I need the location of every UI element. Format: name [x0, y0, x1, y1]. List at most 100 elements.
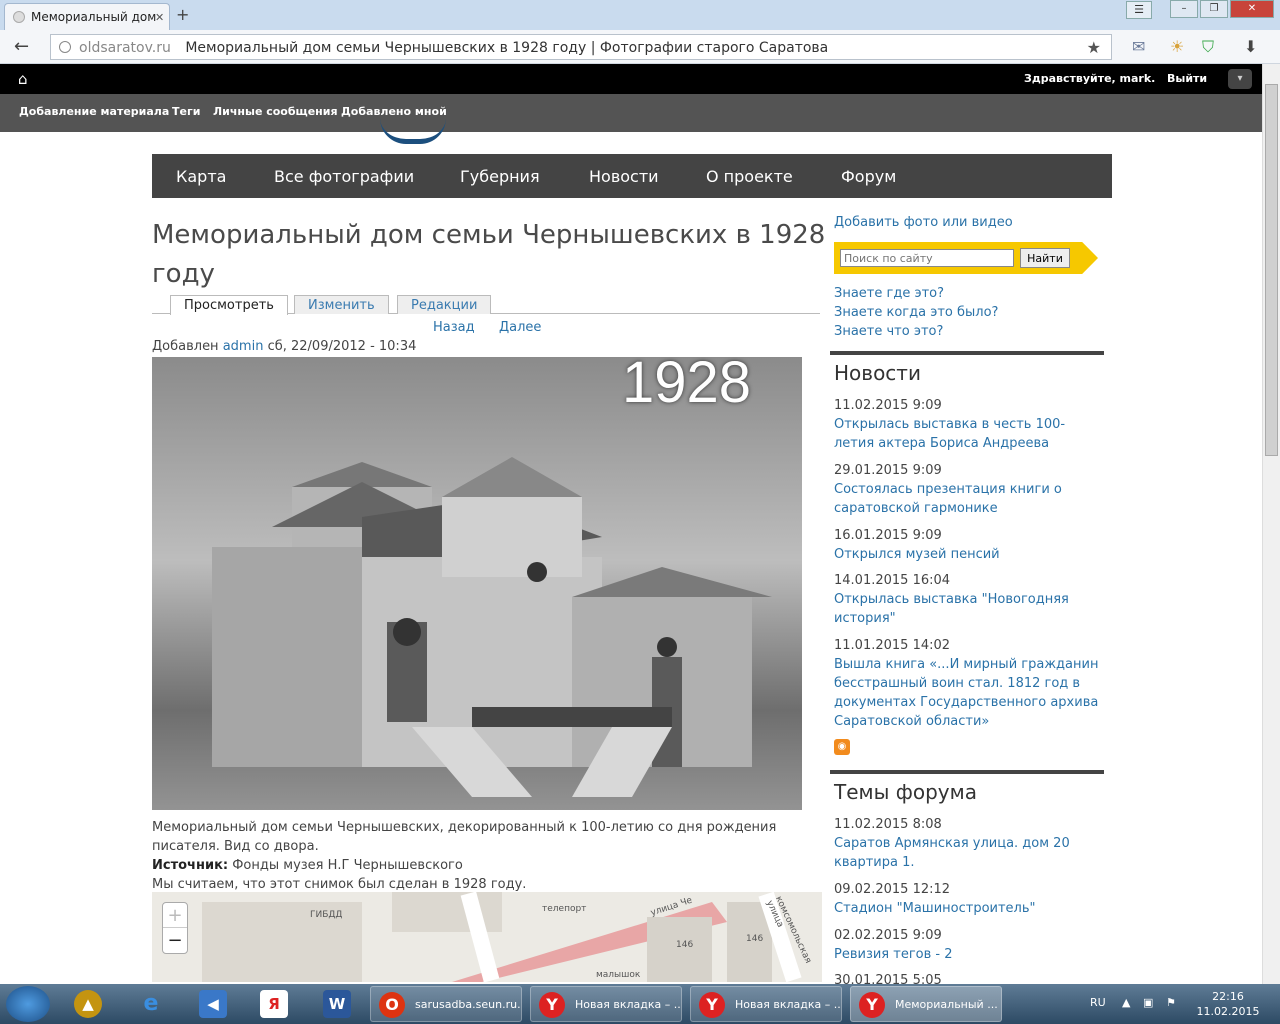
news-date: 11.02.2015 9:09: [834, 398, 942, 413]
tab-revisions[interactable]: Редакции: [397, 295, 492, 314]
submitted-date: сб, 22/09/2012 - 10:34: [267, 339, 417, 354]
url-input[interactable]: oldsaratov.ru Мемориальный дом семьи Чер…: [50, 34, 1112, 60]
rss-feed-icon[interactable]: ◉: [834, 739, 850, 755]
forum-topic-link[interactable]: Саратов Армянская улица. дом 20 квартира…: [834, 834, 1104, 872]
caption-text: Мемориальный дом семьи Чернышевских, дек…: [152, 820, 777, 854]
map-label-gibdd: ГИБДД: [310, 910, 343, 920]
house-illustration: [212, 457, 772, 797]
zoom-in-button[interactable]: +: [163, 903, 187, 928]
task-label: Новая вкладка – ...: [575, 998, 682, 1011]
close-window-icon[interactable]: ✕: [1230, 0, 1274, 18]
browser-titlebar: Мемориальный дом ✕ + ☰ – ❐ ✕: [0, 0, 1280, 30]
news-link[interactable]: Открылась выставка "Новогодняя история": [834, 590, 1104, 628]
news-date: 11.01.2015 14:02: [834, 638, 951, 653]
zoom-out-button[interactable]: −: [163, 928, 187, 953]
quiz-what-link[interactable]: Знаете что это?: [834, 324, 943, 339]
toolbar-toggle-icon[interactable]: ▾: [1228, 69, 1252, 89]
nav-all-photos[interactable]: Все фотографии: [274, 167, 414, 186]
clock-time: 22:16: [1212, 990, 1244, 1003]
author-link[interactable]: admin: [223, 339, 264, 354]
url-page-title: Мемориальный дом семьи Чернышевских в 19…: [185, 40, 829, 56]
quiz-when-link[interactable]: Знаете когда это было?: [834, 305, 998, 320]
tray-expand-icon[interactable]: ▲: [1122, 996, 1130, 1009]
system-clock[interactable]: 22:16 11.02.2015: [1196, 989, 1260, 1019]
location-map[interactable]: + − ГИБДД телепорт улица Че комсомольска…: [152, 892, 822, 982]
network-icon[interactable]: ▣: [1143, 996, 1153, 1009]
site-logo[interactable]: [380, 118, 446, 144]
news-date: 16.01.2015 9:09: [834, 528, 942, 543]
home-icon[interactable]: ⌂: [18, 70, 28, 88]
tab-close-icon[interactable]: ✕: [155, 11, 164, 24]
internet-explorer-icon[interactable]: e: [137, 990, 165, 1018]
map-label-house-1: 146: [676, 940, 694, 950]
nav-province[interactable]: Губерния: [460, 167, 540, 186]
restore-icon[interactable]: ❐: [1200, 0, 1228, 18]
mail-icon[interactable]: ✉: [1132, 37, 1145, 56]
start-button-icon[interactable]: [6, 986, 50, 1022]
shortcut-add-content[interactable]: Добавление материала: [19, 105, 169, 118]
new-tab-icon[interactable]: +: [176, 5, 189, 24]
shield-icon[interactable]: ⛉: [1202, 37, 1214, 57]
back-arrow-icon[interactable]: ←: [14, 36, 29, 57]
scrollbar-thumb[interactable]: [1265, 84, 1278, 456]
search-button[interactable]: Найти: [1020, 248, 1070, 268]
news-link[interactable]: Вышла книга «...И мирный гражданин бесст…: [834, 655, 1104, 731]
shortcut-messages[interactable]: Личные сообщения: [213, 105, 338, 118]
app-launcher-icon[interactable]: ▲: [74, 990, 102, 1018]
forum-topic-link[interactable]: Ревизия тегов - 2: [834, 945, 1104, 964]
photo-caption: Мемориальный дом семьи Чернышевских, дек…: [152, 818, 812, 894]
forum-date: 09.02.2015 12:12: [834, 882, 951, 897]
prev-link[interactable]: Назад: [433, 320, 475, 335]
nav-about[interactable]: О проекте: [706, 167, 793, 186]
forum-date: 02.02.2015 9:09: [834, 928, 942, 943]
taskbar-task[interactable]: Y Новая вкладка – ...: [690, 986, 842, 1022]
download-icon[interactable]: ⬇: [1244, 37, 1257, 56]
weather-icon[interactable]: ☀: [1170, 37, 1184, 56]
page-favicon-icon: [13, 11, 25, 23]
source-text: Фонды музея Н.Г Чернышевского: [232, 858, 463, 873]
nav-news[interactable]: Новости: [589, 167, 659, 186]
map-label-house-2: 146: [746, 934, 764, 944]
bookmark-star-icon[interactable]: ★: [1087, 38, 1101, 57]
browser-tab[interactable]: Мемориальный дом ✕: [4, 3, 170, 30]
next-link[interactable]: Далее: [499, 320, 541, 335]
shortcut-tags[interactable]: Теги: [172, 105, 200, 118]
taskbar-task[interactable]: Osarusadba.seun.ru...: [370, 986, 522, 1022]
submitted-prefix: Добавлен: [152, 339, 219, 354]
add-media-link[interactable]: Добавить фото или видео: [834, 215, 1013, 230]
source-label: Источник:: [152, 858, 229, 873]
taskbar-task-active[interactable]: Y Мемориальный ...: [850, 986, 1002, 1022]
yandex-icon: Y: [859, 992, 885, 1018]
word-icon[interactable]: W: [323, 990, 351, 1018]
language-indicator[interactable]: RU: [1090, 996, 1106, 1009]
windows-taskbar: ▲ e ◀ Я W Osarusadba.seun.ru... Y Новая в…: [0, 984, 1280, 1024]
news-link[interactable]: Состоялась презентация книги о саратовск…: [834, 480, 1104, 518]
nav-map[interactable]: Карта: [176, 167, 226, 186]
map-label-teleport: телепорт: [542, 904, 587, 914]
shortcut-bar: Добавление материала Теги Личные сообщен…: [0, 94, 1262, 132]
clock-date: 11.02.2015: [1196, 1005, 1260, 1018]
flag-icon[interactable]: ⚑: [1166, 996, 1176, 1009]
browser-menu-icon[interactable]: ☰: [1126, 1, 1152, 19]
news-block-title: Новости: [830, 351, 1104, 385]
historic-photo[interactable]: 1928: [152, 357, 802, 810]
yandex-icon: Y: [699, 992, 725, 1018]
tab-edit[interactable]: Изменить: [294, 295, 389, 314]
submitted-info: Добавлен admin сб, 22/09/2012 - 10:34: [152, 339, 416, 354]
yandex-browser-icon[interactable]: Я: [260, 990, 288, 1018]
news-date: 14.01.2015 16:04: [834, 573, 951, 588]
map-label-malyshok: малышок: [596, 970, 641, 980]
taskbar-task[interactable]: Y Новая вкладка – ...: [530, 986, 682, 1022]
forum-topic-link[interactable]: Стадион "Машиностроитель": [834, 899, 1104, 918]
nav-forum[interactable]: Форум: [841, 167, 896, 186]
media-player-icon[interactable]: ◀: [199, 990, 227, 1018]
quiz-where-link[interactable]: Знаете где это?: [834, 286, 944, 301]
news-link[interactable]: Открылся музей пенсий: [834, 545, 1104, 564]
shortcut-added-by-me[interactable]: Добавлено мной: [341, 105, 447, 118]
search-input[interactable]: [840, 249, 1014, 267]
tab-view[interactable]: Просмотреть: [170, 295, 288, 315]
news-link[interactable]: Открылась выставка в честь 100-летия акт…: [834, 415, 1104, 453]
logout-link[interactable]: Выйти: [1167, 72, 1207, 85]
minimize-icon[interactable]: –: [1170, 0, 1198, 18]
page-scrollbar[interactable]: [1262, 64, 1280, 984]
